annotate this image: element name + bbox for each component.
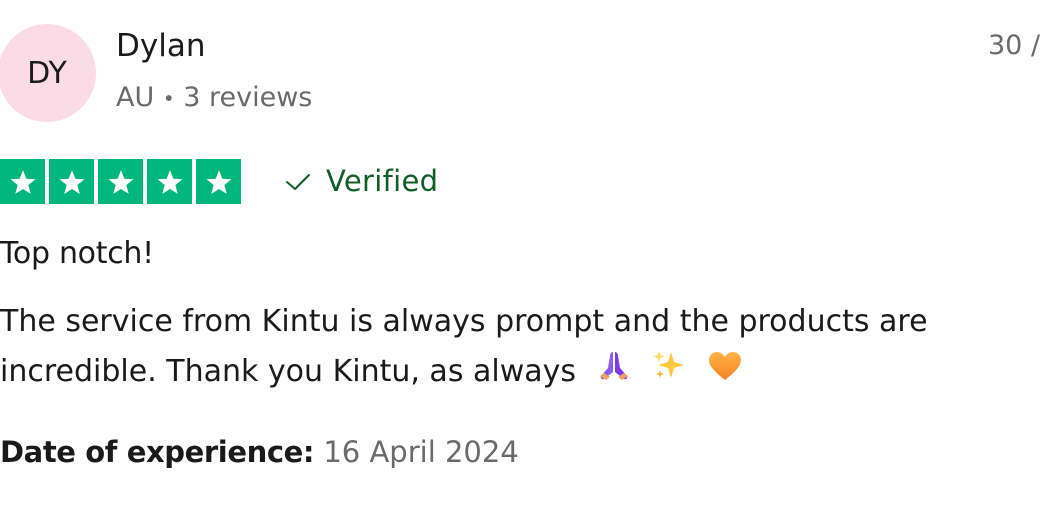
sparkles-icon [651,348,687,398]
reviewer-country: AU [116,82,155,113]
avatar-initials: DY [27,55,67,91]
star-icon [196,159,241,204]
date-of-experience: Date of experience: 16 April 2024 [0,432,519,472]
review-title[interactable]: Top notch! [0,234,154,274]
date-of-experience-value: 16 April 2024 [323,435,519,469]
reviewer-name[interactable]: Dylan [116,26,205,66]
review-body: The service from Kintu is always prompt … [0,297,1036,398]
date-of-experience-label: Date of experience: [0,435,315,469]
star-icon [147,159,192,204]
checkmark-icon [286,174,310,190]
review-text: The service from Kintu is always prompt … [0,304,928,389]
verified-badge[interactable]: Verified [284,162,438,200]
review-date: 30 / [988,30,1041,61]
reviewer-meta: AU • 3 reviews [116,80,312,117]
reviewer-review-count: 3 reviews [183,82,313,113]
avatar[interactable]: DY [0,24,96,122]
orange-heart-icon [707,348,743,398]
verified-label: Verified [326,164,439,198]
star-icon [49,159,94,204]
star-icon [98,159,143,204]
folded-hands-icon [596,348,632,398]
star-icon [0,159,45,204]
star-rating [0,159,241,204]
meta-separator: • [162,86,175,111]
